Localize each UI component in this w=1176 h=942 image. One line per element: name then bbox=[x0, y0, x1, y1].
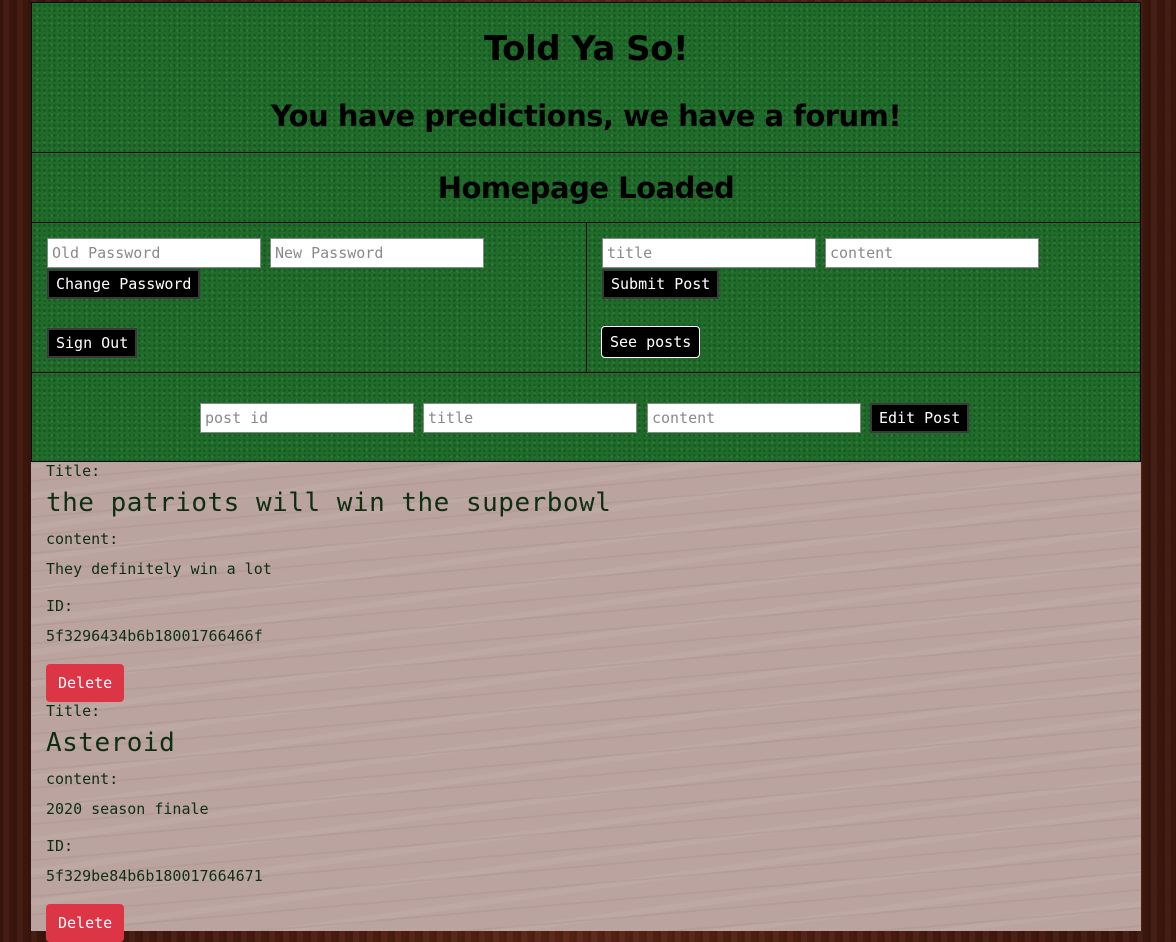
page: Told Ya So! You have predictions, we hav… bbox=[31, 0, 1141, 942]
see-posts-button[interactable]: See posts bbox=[601, 326, 701, 358]
post-id: 5f3296434b6b18001766466f bbox=[46, 627, 263, 645]
post-content-label: content: bbox=[46, 530, 119, 548]
change-password-button[interactable]: Change Password bbox=[47, 269, 201, 299]
status-message: Homepage Loaded bbox=[437, 171, 735, 205]
post-content: 2020 season finale bbox=[46, 800, 209, 818]
delete-post-button[interactable]: Delete bbox=[46, 664, 125, 702]
new-password-input[interactable] bbox=[270, 238, 484, 268]
post-id-label: ID: bbox=[46, 597, 74, 615]
post-title: Asteroid bbox=[46, 728, 176, 758]
new-post-panel: Submit Post See posts bbox=[586, 222, 1141, 373]
post-content-input[interactable] bbox=[825, 238, 1039, 268]
post-id: 5f329be84b6b180017664671 bbox=[46, 867, 263, 885]
post-title-label: Title: bbox=[46, 702, 101, 720]
sign-out-button[interactable]: Sign Out bbox=[47, 328, 138, 358]
site-title: Told Ya So! bbox=[484, 29, 689, 69]
submit-post-button[interactable]: Submit Post bbox=[602, 269, 720, 299]
post-title: the patriots will win the superbowl bbox=[46, 488, 612, 518]
edit-content-input[interactable] bbox=[647, 403, 861, 433]
delete-post-button[interactable]: Delete bbox=[46, 904, 125, 942]
edit-post-id-input[interactable] bbox=[200, 403, 414, 433]
old-password-input[interactable] bbox=[47, 238, 261, 268]
site-header: Told Ya So! You have predictions, we hav… bbox=[31, 2, 1141, 153]
posts-list: Title: the patriots will win the superbo… bbox=[31, 462, 1141, 942]
edit-post-panel: Edit Post bbox=[31, 372, 1141, 462]
post-title-label: Title: bbox=[46, 462, 101, 480]
post-content: They definitely win a lot bbox=[46, 560, 272, 578]
edit-post-button[interactable]: Edit Post bbox=[870, 403, 970, 433]
post-title-input[interactable] bbox=[602, 238, 816, 268]
edit-title-input[interactable] bbox=[423, 403, 637, 433]
status-banner: Homepage Loaded bbox=[31, 152, 1141, 223]
site-tagline: You have predictions, we have a forum! bbox=[270, 99, 902, 133]
post-id-label: ID: bbox=[46, 837, 74, 855]
account-panel: Change Password Sign Out bbox=[31, 222, 587, 373]
post-content-label: content: bbox=[46, 770, 119, 788]
